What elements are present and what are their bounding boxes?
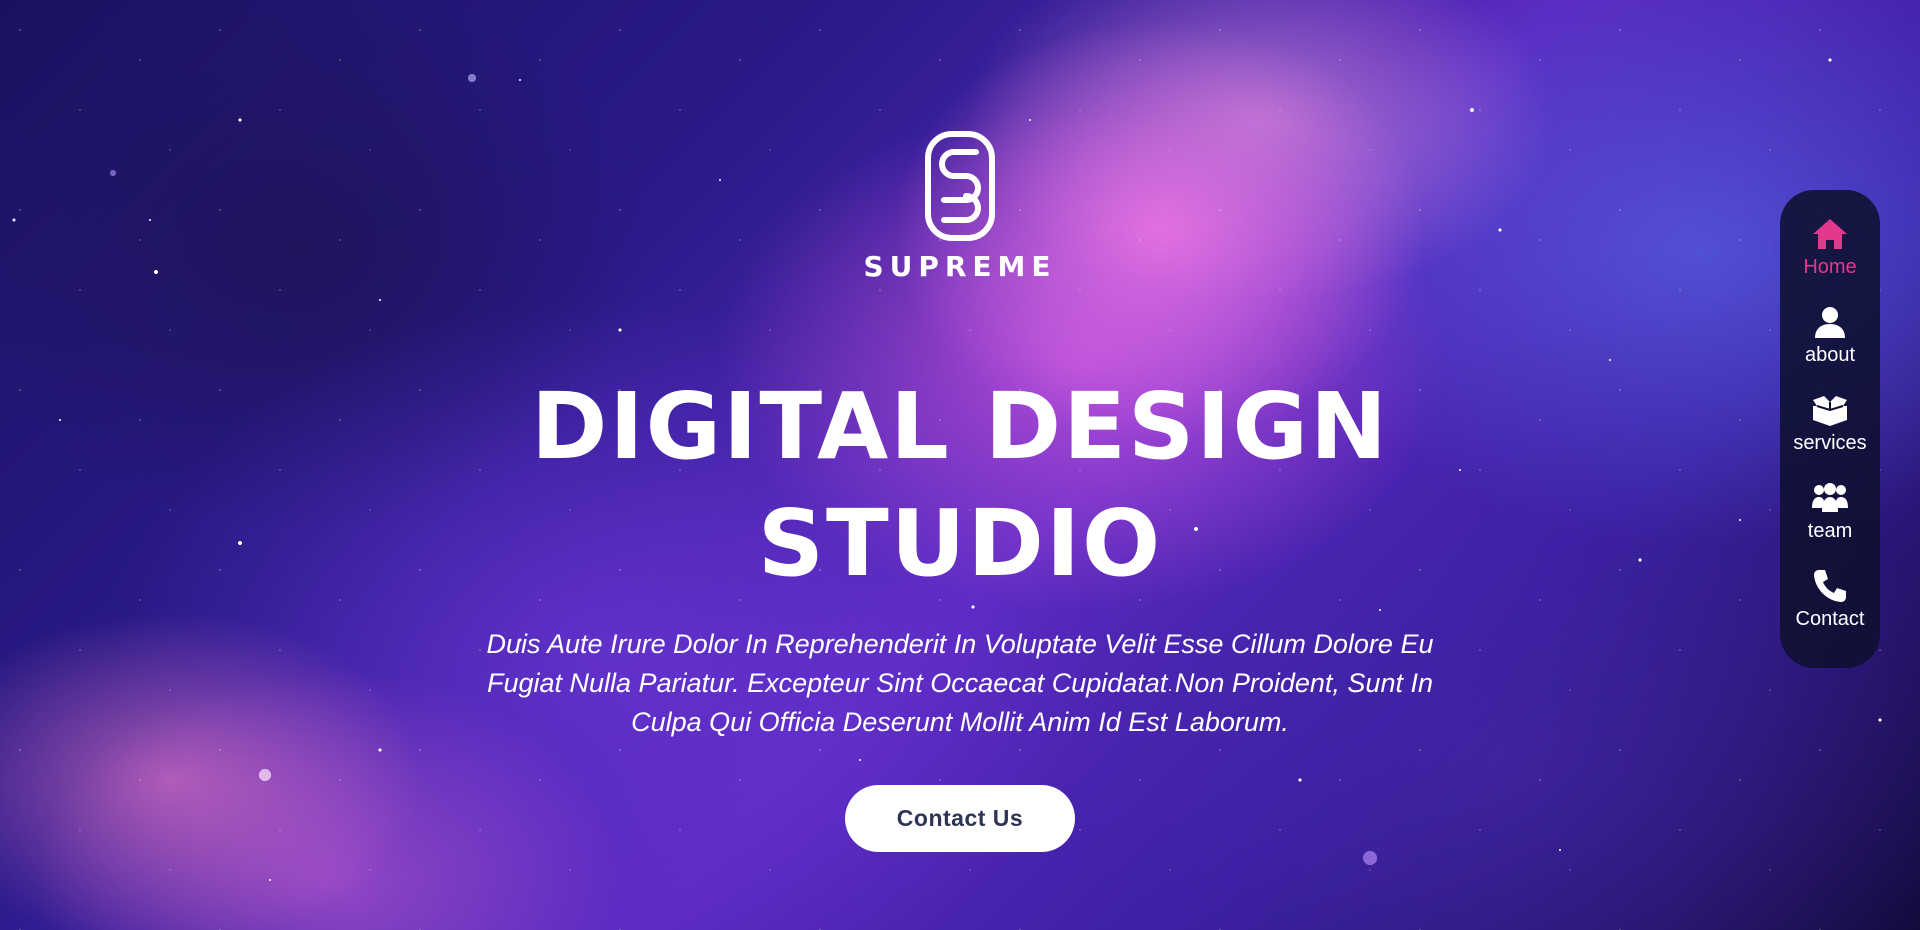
nav-label-about: about <box>1804 344 1856 366</box>
headline-line-1: DIGITAL DESIGN <box>530 373 1390 480</box>
nav-label-home: Home <box>1803 256 1857 278</box>
nav-label-team: team <box>1807 520 1853 542</box>
box-icon <box>1813 396 1847 426</box>
nav-label-contact: Contact <box>1795 608 1865 630</box>
phone-icon <box>1814 570 1846 602</box>
headline-line-2: STUDIO <box>757 490 1163 597</box>
nav-item-services[interactable]: services <box>1780 390 1880 470</box>
nav-item-contact[interactable]: Contact <box>1780 566 1880 646</box>
nav-item-team[interactable]: team <box>1780 478 1880 558</box>
home-icon <box>1813 219 1847 249</box>
hero-section: SUPREME DIGITAL DESIGN STUDIO Duis Aute … <box>0 0 1920 930</box>
team-icon <box>1812 483 1848 512</box>
hero-headline: DIGITAL DESIGN STUDIO <box>0 368 1920 602</box>
nav-item-home[interactable]: Home <box>1780 214 1880 294</box>
side-navigation: Home about services team Contact <box>1780 190 1880 668</box>
supreme-logo-icon[interactable] <box>924 130 996 242</box>
nav-item-about[interactable]: about <box>1780 302 1880 382</box>
contact-us-button[interactable]: Contact Us <box>845 785 1075 852</box>
brand-name: SUPREME <box>863 250 1057 283</box>
nav-label-services: services <box>1793 432 1867 454</box>
hero-subtext: Duis Aute Irure Dolor In Reprehenderit I… <box>486 629 1434 737</box>
user-icon <box>1815 307 1845 338</box>
